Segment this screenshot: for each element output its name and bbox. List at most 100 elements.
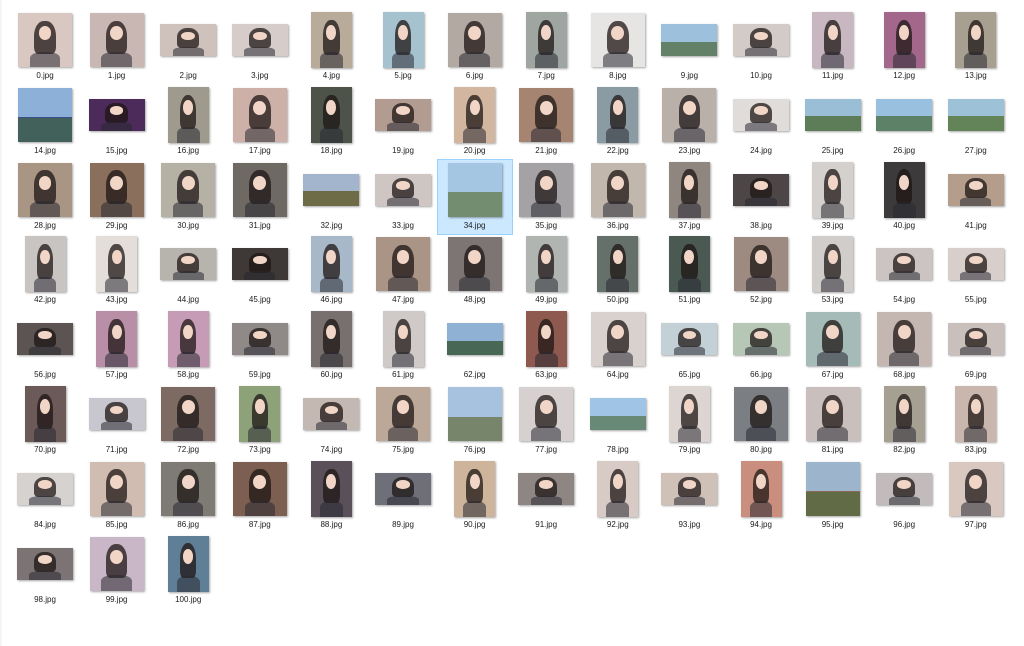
file-item[interactable]: 62.jpg <box>438 309 512 383</box>
file-item[interactable]: 8.jpg <box>581 10 655 84</box>
image-thumbnail[interactable] <box>733 173 789 206</box>
file-item[interactable]: 30.jpg <box>151 160 225 234</box>
file-item[interactable]: 91.jpg <box>509 459 583 533</box>
image-thumbnail[interactable] <box>231 24 288 56</box>
image-thumbnail[interactable] <box>733 24 789 56</box>
image-thumbnail[interactable] <box>232 162 287 217</box>
image-thumbnail[interactable] <box>597 460 639 517</box>
image-thumbnail[interactable] <box>161 387 216 441</box>
image-thumbnail[interactable] <box>525 236 567 293</box>
image-thumbnail[interactable] <box>18 87 72 142</box>
file-item[interactable]: 65.jpg <box>652 309 726 383</box>
file-item[interactable]: 19.jpg <box>366 85 440 159</box>
file-item[interactable]: 16.jpg <box>151 85 225 159</box>
file-item[interactable]: 95.jpg <box>796 459 870 533</box>
image-thumbnail[interactable] <box>734 237 788 292</box>
image-thumbnail[interactable] <box>519 387 574 441</box>
file-item[interactable]: 28.jpg <box>8 160 82 234</box>
image-thumbnail[interactable] <box>303 398 360 430</box>
image-thumbnail[interactable] <box>88 398 145 430</box>
file-item[interactable]: 97.jpg <box>939 459 1013 533</box>
file-item[interactable]: 87.jpg <box>223 459 297 533</box>
image-thumbnail[interactable] <box>519 162 574 217</box>
file-item[interactable]: 10.jpg <box>724 10 798 84</box>
file-item[interactable]: 59.jpg <box>223 309 297 383</box>
image-thumbnail[interactable] <box>89 536 144 591</box>
image-thumbnail[interactable] <box>239 386 281 442</box>
file-item[interactable]: 86.jpg <box>151 459 225 533</box>
image-thumbnail[interactable] <box>167 86 209 143</box>
image-thumbnail[interactable] <box>89 13 144 67</box>
file-item[interactable]: 39.jpg <box>796 160 870 234</box>
file-item[interactable]: 67.jpg <box>796 309 870 383</box>
file-item[interactable]: 17.jpg <box>223 85 297 159</box>
image-thumbnail[interactable] <box>161 162 216 217</box>
file-item[interactable]: 94.jpg <box>724 459 798 533</box>
file-item[interactable]: 52.jpg <box>724 234 798 308</box>
image-thumbnail[interactable] <box>17 323 73 356</box>
file-item[interactable]: 63.jpg <box>509 309 583 383</box>
image-thumbnail[interactable] <box>883 386 925 442</box>
file-item[interactable]: 79.jpg <box>652 384 726 458</box>
file-item[interactable]: 58.jpg <box>151 309 225 383</box>
image-thumbnail[interactable] <box>525 311 567 368</box>
file-item[interactable]: 99.jpg <box>80 534 154 608</box>
image-thumbnail[interactable] <box>89 162 144 217</box>
image-thumbnail[interactable] <box>876 472 933 505</box>
file-item[interactable]: 40.jpg <box>867 160 941 234</box>
file-item[interactable]: 93.jpg <box>652 459 726 533</box>
image-thumbnail[interactable] <box>589 398 646 430</box>
image-thumbnail[interactable] <box>454 460 496 517</box>
image-thumbnail[interactable] <box>661 323 718 356</box>
image-thumbnail[interactable] <box>232 87 287 142</box>
file-item[interactable]: 45.jpg <box>223 234 297 308</box>
image-thumbnail[interactable] <box>733 98 789 131</box>
image-thumbnail[interactable] <box>668 236 710 293</box>
file-item[interactable]: 31.jpg <box>223 160 297 234</box>
file-item[interactable]: 25.jpg <box>796 85 870 159</box>
image-thumbnail[interactable] <box>518 472 575 505</box>
image-thumbnail[interactable] <box>375 98 431 131</box>
file-item[interactable]: 50.jpg <box>581 234 655 308</box>
file-item[interactable]: 76.jpg <box>438 384 512 458</box>
image-thumbnail[interactable] <box>947 248 1004 281</box>
image-thumbnail[interactable] <box>597 86 639 143</box>
file-item[interactable]: 3.jpg <box>223 10 297 84</box>
file-item[interactable]: 83.jpg <box>939 384 1013 458</box>
file-item[interactable]: 21.jpg <box>509 85 583 159</box>
image-thumbnail[interactable] <box>18 162 72 217</box>
image-thumbnail[interactable] <box>310 236 352 293</box>
file-item[interactable]: 4.jpg <box>294 10 368 84</box>
image-thumbnail[interactable] <box>812 161 854 218</box>
file-item[interactable]: 100.jpg <box>151 534 225 608</box>
image-thumbnail[interactable] <box>96 311 138 368</box>
file-item[interactable]: 6.jpg <box>438 10 512 84</box>
image-thumbnail[interactable] <box>734 387 788 441</box>
file-item[interactable]: 42.jpg <box>8 234 82 308</box>
image-thumbnail[interactable] <box>668 386 710 442</box>
file-item[interactable]: 51.jpg <box>652 234 726 308</box>
image-thumbnail[interactable] <box>733 323 789 356</box>
file-item[interactable]: 44.jpg <box>151 234 225 308</box>
image-thumbnail[interactable] <box>877 312 932 367</box>
file-item[interactable]: 18.jpg <box>294 85 368 159</box>
file-item[interactable]: 7.jpg <box>509 10 583 84</box>
image-thumbnail[interactable] <box>812 236 854 293</box>
file-item[interactable]: 11.jpg <box>796 10 870 84</box>
image-thumbnail[interactable] <box>740 460 782 517</box>
file-item[interactable]: 61.jpg <box>366 309 440 383</box>
file-item[interactable]: 33.jpg <box>366 160 440 234</box>
file-item[interactable]: 34.jpg <box>436 158 513 235</box>
file-item[interactable]: 57.jpg <box>80 309 154 383</box>
file-item[interactable]: 37.jpg <box>652 160 726 234</box>
file-item[interactable]: 36.jpg <box>581 160 655 234</box>
image-thumbnail[interactable] <box>382 311 424 368</box>
file-item[interactable]: 48.jpg <box>438 234 512 308</box>
image-thumbnail[interactable] <box>955 386 997 442</box>
image-thumbnail[interactable] <box>447 13 502 67</box>
image-thumbnail[interactable] <box>231 248 288 281</box>
file-item[interactable]: 46.jpg <box>294 234 368 308</box>
image-thumbnail[interactable] <box>24 386 66 442</box>
file-item[interactable]: 85.jpg <box>80 459 154 533</box>
image-thumbnail[interactable] <box>17 547 73 580</box>
